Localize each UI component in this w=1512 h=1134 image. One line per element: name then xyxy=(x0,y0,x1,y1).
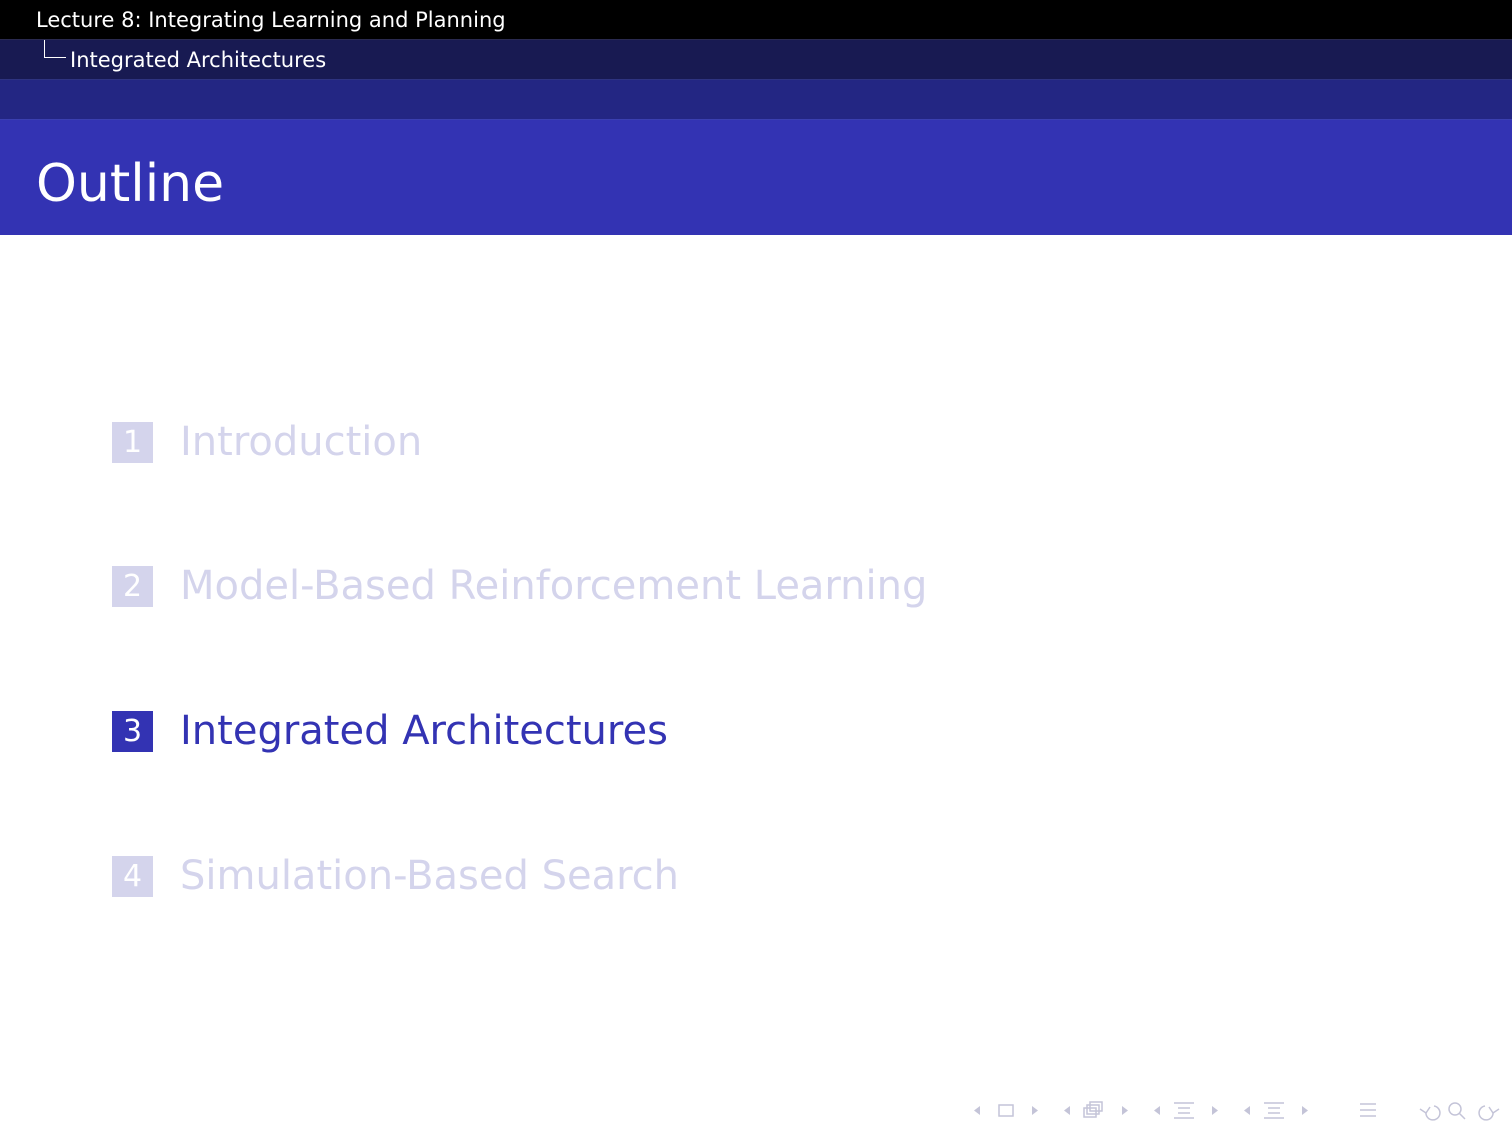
subsection-icon[interactable] xyxy=(1083,1101,1103,1118)
header-section-bar: Integrated Architectures xyxy=(0,40,1512,80)
toc-number: 3 xyxy=(112,711,153,752)
prev-arrow-icon[interactable] xyxy=(974,1106,980,1115)
section-icon[interactable] xyxy=(1264,1102,1284,1119)
toc-number: 2 xyxy=(112,566,153,607)
next-arrow-icon[interactable] xyxy=(1122,1106,1128,1115)
search-icon[interactable] xyxy=(1448,1102,1466,1120)
frame-title-bar xyxy=(0,120,1512,235)
section-icon[interactable] xyxy=(1174,1102,1194,1119)
tree-elbow-icon xyxy=(44,40,66,58)
lecture-title[interactable]: Lecture 8: Integrating Learning and Plan… xyxy=(36,6,506,34)
next-arrow-icon[interactable] xyxy=(1032,1106,1038,1115)
frame-icon[interactable] xyxy=(998,1104,1014,1117)
header-lecture-bar: Lecture 8: Integrating Learning and Plan… xyxy=(0,0,1512,40)
section-title[interactable]: Integrated Architectures xyxy=(70,46,326,74)
toc-label: Integrated Architectures xyxy=(180,708,668,754)
toc-label: Simulation-Based Search xyxy=(180,853,680,899)
next-arrow-icon[interactable] xyxy=(1302,1106,1308,1115)
beamer-navigation-bar xyxy=(968,1096,1502,1126)
header-subsection-bar xyxy=(0,80,1512,120)
next-arrow-icon[interactable] xyxy=(1212,1106,1218,1115)
toc-number: 1 xyxy=(112,422,153,463)
prev-arrow-icon[interactable] xyxy=(1064,1106,1070,1115)
toc-number: 4 xyxy=(112,856,153,897)
toc-label: Model-Based Reinforcement Learning xyxy=(180,563,928,609)
undo-icon[interactable] xyxy=(1419,1105,1441,1121)
redo-icon[interactable] xyxy=(1478,1105,1500,1121)
prev-arrow-icon[interactable] xyxy=(1154,1106,1160,1115)
page-title: Outline xyxy=(36,154,225,214)
toc-label: Introduction xyxy=(180,419,423,465)
prev-arrow-icon[interactable] xyxy=(1244,1106,1250,1115)
align-icon[interactable] xyxy=(1360,1103,1376,1117)
